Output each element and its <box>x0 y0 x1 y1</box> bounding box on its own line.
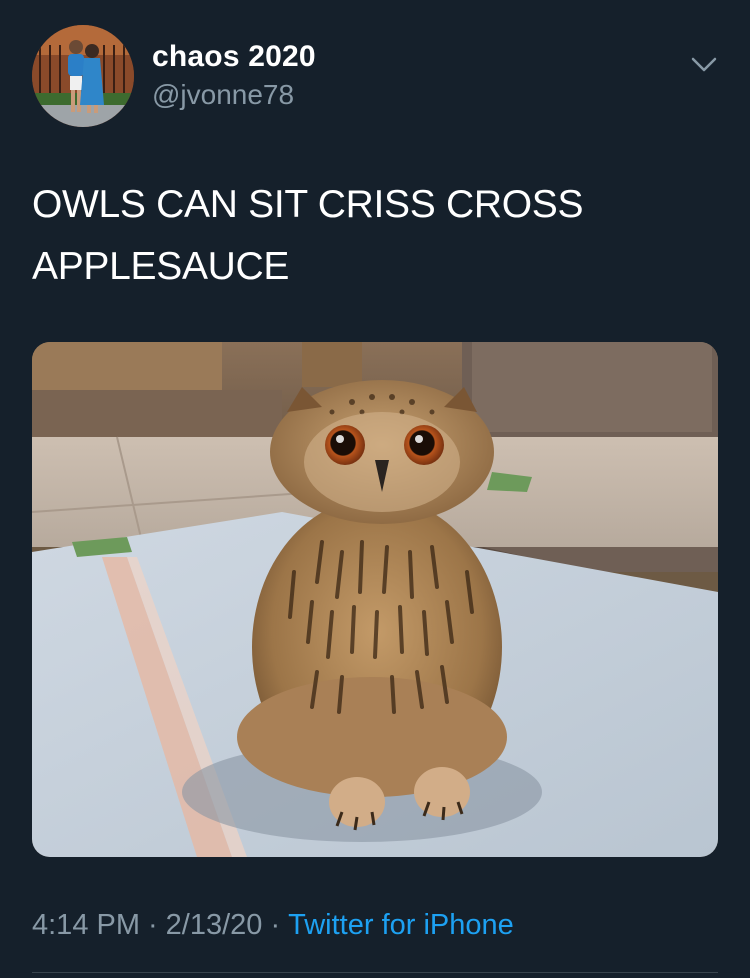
tweet-header: chaos 2020 @jvonne78 <box>32 25 722 129</box>
tweet-text-line: APPLESAUCE <box>32 245 290 288</box>
meta-separator: · <box>148 909 158 941</box>
author-display-name[interactable]: chaos 2020 <box>152 39 316 75</box>
tweet-meta: 4:14 PM · 2/13/20 · Twitter for iPhone <box>32 905 514 945</box>
tweet: chaos 2020 @jvonne78 OWLS CAN SIT CRISS … <box>0 0 750 978</box>
meta-separator: · <box>270 909 281 941</box>
tweet-text: OWLS CAN SIT CRISS CROSS APPLESAUCE <box>32 174 712 298</box>
tweet-source-link[interactable]: Twitter for iPhone <box>288 909 514 941</box>
avatar-photo <box>32 25 134 127</box>
owl-photo <box>32 342 718 857</box>
divider <box>32 972 718 973</box>
author-names: chaos 2020 @jvonne78 <box>152 39 316 113</box>
tweet-photo[interactable] <box>32 342 718 857</box>
tweet-time[interactable]: 4:14 PM <box>32 909 140 941</box>
avatar[interactable] <box>32 25 134 127</box>
author-handle[interactable]: @jvonne78 <box>152 77 316 113</box>
chevron-down-icon[interactable] <box>686 47 722 83</box>
tweet-text-line: OWLS CAN SIT CRISS CROSS <box>32 183 584 226</box>
tweet-date[interactable]: 2/13/20 <box>166 909 263 941</box>
